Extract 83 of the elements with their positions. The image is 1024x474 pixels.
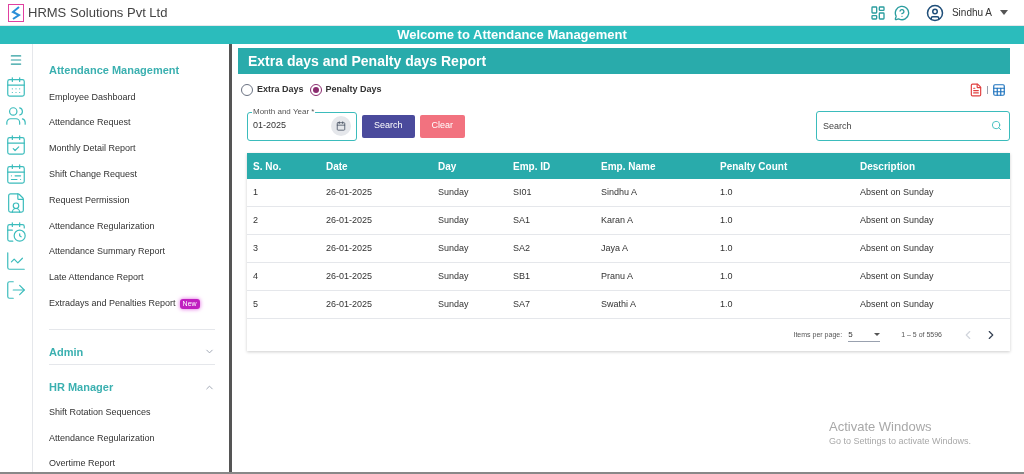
activation-notice-text: Go to Settings to activate Windows. [829,435,972,448]
document-user-icon[interactable] [5,192,27,214]
table-cell-text: Sunday [438,241,470,255]
page-size-select[interactable]: 5 [848,328,881,342]
sidebar-item[interactable]: Shift Change Request [49,168,138,182]
report-title-bar: Extra days and Penalty days Report [238,48,1010,74]
column-header: Day [438,159,458,174]
table-cell-text: Sunday [438,213,470,227]
help-chat-icon[interactable] [893,4,910,21]
table-cell-text: Sunday [438,185,470,199]
caret-icon[interactable] [1000,10,1008,15]
welcome-banner: Welcome to Attendance Management [0,26,1024,44]
dashboard-icon[interactable] [869,4,886,21]
table-cell-text: 1.0 [720,213,734,227]
table-cell-text: 2 [253,213,259,227]
table-cell-text: SA2 [513,241,531,255]
sidebar-item[interactable]: Request Permission [49,193,130,208]
calendar-clock-icon[interactable] [5,221,27,243]
table-cell-text: 5 [253,297,259,311]
table-cell-text: Pranu A [601,269,635,283]
table-cell-text: 26-01-2025 [326,241,374,255]
column-header: Description [860,159,916,174]
column-header: S. No. [253,159,283,174]
sidebar-item[interactable]: Employee Dashboard [49,90,136,105]
search-field[interactable]: Search [816,111,1010,141]
table-cell-text: SB1 [513,269,531,283]
table-cell-text: SA1 [513,213,531,227]
user-name[interactable]: Sindhu A [951,5,992,20]
exit-door-icon[interactable] [5,279,27,301]
table-cell-text: 26-01-2025 [326,269,374,283]
column-header: Penalty Count [720,159,789,174]
menu-icon[interactable] [9,53,23,67]
activation-notice-title: Activate Windows [829,419,933,435]
table-cell-text: 26-01-2025 [326,213,374,227]
sidebar-item[interactable]: Attendance Regularization [49,431,155,446]
people-icon[interactable] [5,105,27,127]
pdf-icon[interactable] [969,83,983,97]
column-header: Date [326,159,349,174]
sidebar-item[interactable]: Attendance Request [49,116,131,130]
logo-icon [8,3,24,22]
table-cell-text: 1 [253,185,259,199]
excel-icon[interactable] [992,83,1006,97]
search-icon[interactable] [991,120,1002,131]
table-cell-text: 1.0 [720,269,734,283]
company-name: HRMS Solutions Pvt Ltd [28,3,168,22]
sidebar-item[interactable]: Attendance Regularization [49,219,155,234]
chart-icon[interactable] [5,250,27,272]
calendar-icon[interactable] [5,76,27,98]
calendar-check-icon[interactable] [5,134,27,156]
sidebar-item[interactable]: Overtime Report [49,457,116,471]
sidebar-item[interactable]: Attendance Summary Report [49,245,166,259]
table-cell-text: 26-01-2025 [326,297,374,311]
avatar-icon[interactable] [925,3,944,22]
table-cell-text: SI01 [513,185,533,199]
sidebar-item[interactable]: Extradays and Penalties Report [49,297,176,311]
table-cell-text: Absent on Sunday [860,269,935,283]
search-button[interactable]: Search [362,114,415,138]
table-cell-text: Karan A [601,213,635,227]
radio-option[interactable]: Extra Days [241,83,304,97]
table-cell-text: Absent on Sunday [860,213,935,227]
table-cell-text: Jaya A [601,241,630,255]
table-cell-text: SA7 [513,297,531,311]
sidebar-item[interactable]: Late Attendance Report [49,271,144,285]
caret-icon[interactable] [874,333,881,336]
table-cell-text: 26-01-2025 [326,185,374,199]
table-cell-text: Absent on Sunday [860,185,935,199]
column-header: Emp. Name [601,159,657,174]
table-cell-text: 1.0 [720,185,734,199]
sidebar-item[interactable]: Monthly Detail Report [49,142,136,156]
table-cell-text: 1.0 [720,241,734,255]
radio-option[interactable]: Penalty Days [309,83,382,97]
table-cell-text: Sunday [438,269,470,283]
calendar-icon[interactable] [336,121,346,131]
table-cell-text: 4 [253,269,259,283]
table-cell-text: Sindhu A [601,185,639,199]
table-cell-text: Swathi A [601,297,638,311]
table-cell-text: Absent on Sunday [860,241,935,255]
column-header: Emp. ID [513,159,552,174]
table-cell-text: 1.0 [720,297,734,311]
sidebar-item[interactable]: Shift Rotation Sequences [49,405,151,420]
table-cell-text: Sunday [438,297,470,311]
table-cell-text: 3 [253,241,259,255]
table-cell-text: Absent on Sunday [860,297,935,311]
